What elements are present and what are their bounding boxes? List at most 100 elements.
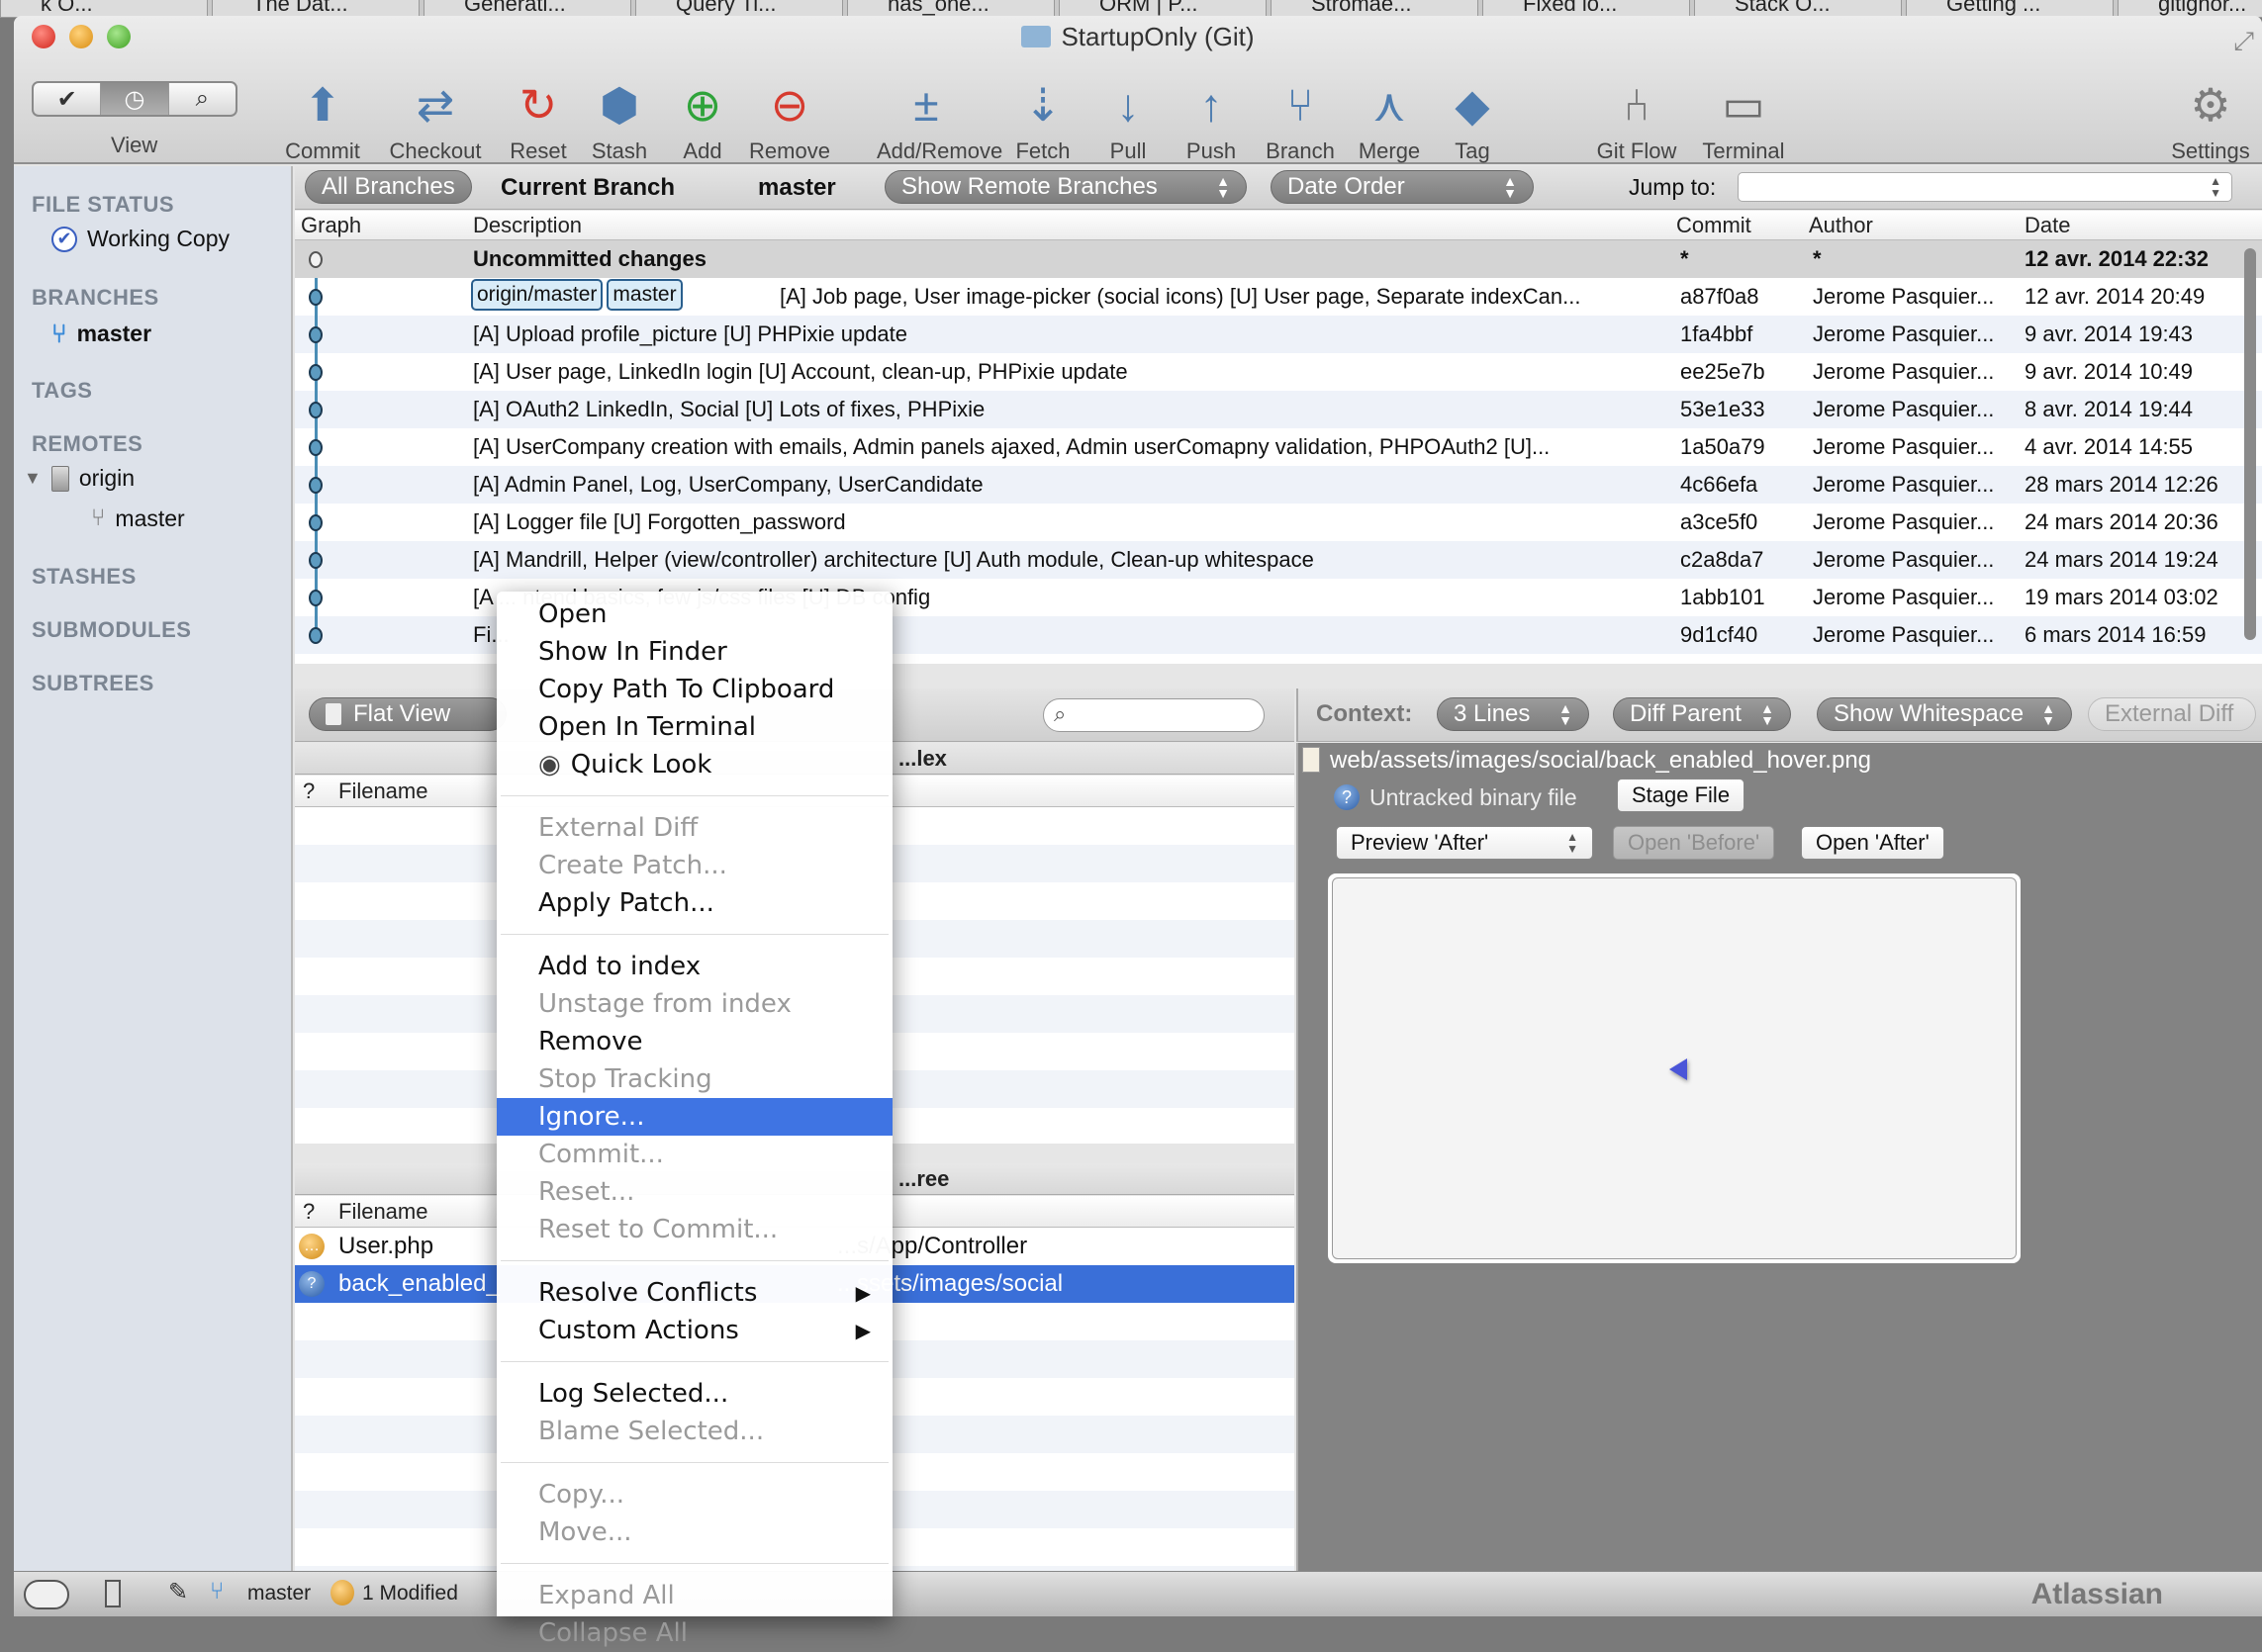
- document-icon: [326, 703, 341, 725]
- column-header-status[interactable]: ?: [303, 779, 315, 804]
- open-after-button[interactable]: Open 'After': [1801, 826, 1944, 860]
- column-header-filename[interactable]: Filename: [338, 1199, 427, 1225]
- menu-item-open-in-terminal[interactable]: Open In Terminal: [497, 708, 893, 746]
- fetch-icon: ⇣: [1023, 79, 1063, 131]
- sidebar-item-remote-master[interactable]: ⑂ master: [91, 505, 185, 532]
- menu-item-quick-look[interactable]: ◉ Quick Look: [497, 746, 893, 783]
- column-header-commit[interactable]: Commit: [1676, 213, 1751, 238]
- view-search-button[interactable]: ⌕: [169, 83, 236, 115]
- diff-parent-select[interactable]: Diff Parent ▲ ▼: [1613, 697, 1791, 731]
- menu-item-label: Open In Terminal: [538, 712, 756, 742]
- column-header-filename[interactable]: Filename: [338, 779, 427, 804]
- tag-button[interactable]: ◆ Tag: [1423, 73, 1522, 164]
- menu-item-create-patch[interactable]: Create Patch...: [497, 847, 893, 884]
- fullscreen-icon[interactable]: ⤢: [2233, 26, 2254, 57]
- menu-item-remove[interactable]: Remove: [497, 1023, 893, 1060]
- menu-item-label: External Diff: [538, 813, 699, 843]
- column-header-author[interactable]: Author: [1809, 213, 1873, 238]
- select-value: Show Remote Branches: [901, 173, 1158, 200]
- menu-item-move[interactable]: Move...: [497, 1514, 893, 1551]
- menu-item-copy-path-to-clipboard[interactable]: Copy Path To Clipboard: [497, 671, 893, 708]
- menu-item-resolve-conflicts[interactable]: Resolve Conflicts ▶: [497, 1274, 893, 1312]
- settings-button[interactable]: ⚙ Settings: [2161, 73, 2260, 164]
- file-search-input[interactable]: ⌕: [1043, 698, 1265, 732]
- menu-item-ignore[interactable]: Ignore...: [497, 1098, 893, 1136]
- column-header-description[interactable]: Description: [473, 213, 582, 238]
- disclosure-triangle-icon[interactable]: ▼: [24, 468, 42, 489]
- select-value: 3 Lines: [1454, 700, 1531, 727]
- whitespace-select[interactable]: Show Whitespace ▲ ▼: [1817, 697, 2072, 731]
- commit-row[interactable]: [A] Upload profile_picture [U] PHPixie u…: [295, 316, 2262, 353]
- toggle-sidebar-button[interactable]: [24, 1580, 69, 1609]
- uncommitted-changes-row[interactable]: Uncommitted changes * * 12 avr. 2014 22:32: [295, 240, 2262, 278]
- view-log-button[interactable]: ◷: [101, 83, 169, 115]
- menu-item-copy[interactable]: Copy...: [497, 1476, 893, 1514]
- sidebar-item-branch-master[interactable]: ⑂ master: [51, 319, 151, 349]
- commit-description: [A] OAuth2 LinkedIn, Social [U] Lots of …: [473, 397, 986, 421]
- local-branch-tag[interactable]: master: [607, 279, 683, 311]
- order-select[interactable]: Date Order ▲ ▼: [1271, 170, 1534, 204]
- menu-item-commit[interactable]: Commit...: [497, 1136, 893, 1173]
- jump-to-combobox[interactable]: ▲ ▼: [1738, 172, 2232, 202]
- current-branch-button[interactable]: Current Branch: [501, 174, 675, 202]
- commit-row[interactable]: origin/master master [A] Job page, User im…: [295, 278, 2262, 316]
- flat-view-select[interactable]: Flat View: [309, 697, 507, 731]
- file-name: back_enabled_: [338, 1270, 500, 1297]
- menu-separator: [501, 1462, 889, 1463]
- commit-row[interactable]: [A] User page, LinkedIn login [U] Accoun…: [295, 353, 2262, 391]
- git-flow-button[interactable]: ⑃ Git Flow: [1587, 73, 1686, 164]
- menu-item-expand-all[interactable]: Expand All: [497, 1577, 893, 1614]
- checkout-button[interactable]: ⇄ Checkout: [386, 73, 485, 164]
- menu-item-reset[interactable]: Reset...: [497, 1173, 893, 1211]
- stepper-arrows-icon: ▲ ▼: [1503, 173, 1517, 201]
- menu-item-reset-to-commit[interactable]: Reset to Commit...: [497, 1211, 893, 1248]
- sidebar-item-remote-origin[interactable]: ▼ origin: [24, 465, 135, 492]
- remote-branch-tag[interactable]: origin/master: [471, 279, 604, 311]
- menu-item-external-diff[interactable]: External Diff: [497, 809, 893, 847]
- toggle-details-button[interactable]: [105, 1580, 121, 1607]
- sidebar-item-working-copy[interactable]: ✔ Working Copy: [51, 226, 230, 252]
- menu-item-show-in-finder[interactable]: Show In Finder: [497, 633, 893, 671]
- terminal-button[interactable]: ▭ Terminal: [1694, 73, 1793, 164]
- stage-file-button[interactable]: Stage File: [1617, 779, 1745, 812]
- menu-item-apply-patch[interactable]: Apply Patch...: [497, 884, 893, 922]
- commit-icon: ⬆: [303, 79, 342, 131]
- menu-item-custom-actions[interactable]: Custom Actions ▶: [497, 1312, 893, 1349]
- commit-row[interactable]: [A] Admin Panel, Log, UserCompany, UserC…: [295, 466, 2262, 504]
- open-before-button[interactable]: Open 'Before': [1613, 826, 1775, 860]
- all-branches-button[interactable]: All Branches: [305, 170, 472, 204]
- commit-table-scrollbar[interactable]: [2244, 248, 2256, 640]
- remote-branches-select[interactable]: Show Remote Branches ▲ ▼: [885, 170, 1247, 204]
- column-header-status[interactable]: ?: [303, 1199, 315, 1225]
- menu-item-add-to-index[interactable]: Add to index: [497, 948, 893, 985]
- branch-button[interactable]: ⑂ Branch: [1251, 73, 1350, 164]
- fetch-button[interactable]: ⇣ Fetch: [993, 73, 1092, 164]
- commit-button[interactable]: ⬆ Commit: [273, 73, 372, 164]
- column-header-graph[interactable]: Graph: [301, 213, 361, 238]
- compose-icon[interactable]: ✎: [168, 1578, 188, 1606]
- image-preview-frame: [1328, 873, 2021, 1263]
- commit-row[interactable]: [A] Logger file [U] Forgotten_password a3…: [295, 504, 2262, 541]
- context-lines-select[interactable]: 3 Lines ▲ ▼: [1437, 697, 1589, 731]
- menu-item-open[interactable]: Open: [497, 596, 893, 633]
- commit-row[interactable]: [A] UserCompany creation with emails, Ad…: [295, 428, 2262, 466]
- column-header-date[interactable]: Date: [2025, 213, 2070, 238]
- menu-item-stop-tracking[interactable]: Stop Tracking: [497, 1060, 893, 1098]
- add-remove-button[interactable]: ± Add/Remove: [877, 73, 1002, 164]
- external-diff-button[interactable]: External Diff: [2088, 697, 2256, 731]
- menu-item-blame-selected[interactable]: Blame Selected...: [497, 1413, 893, 1450]
- menu-item-collapse-all[interactable]: Collapse All: [497, 1614, 893, 1652]
- commit-row[interactable]: [A] Mandrill, Helper (view/controller) a…: [295, 541, 2262, 579]
- preview-mode-select[interactable]: Preview 'After' ▲ ▼: [1336, 826, 1593, 860]
- commit-author: Jerome Pasquier...: [1813, 585, 1995, 609]
- toolbar: StartupOnly (Git) ⤢ ✔ ◷ ⌕ View ⬆ Commit ⇄ C…: [14, 16, 2262, 164]
- menu-item-unstage-from-index[interactable]: Unstage from index: [497, 985, 893, 1023]
- remove-button[interactable]: ⊖ Remove: [740, 73, 839, 164]
- unstaged-header-label: ...ree: [898, 1166, 950, 1191]
- add-button[interactable]: ⊕ Add: [653, 73, 752, 164]
- git-flow-icon: ⑃: [1623, 79, 1650, 131]
- push-button[interactable]: ↑ Push: [1162, 73, 1261, 164]
- menu-item-log-selected[interactable]: Log Selected...: [497, 1375, 893, 1413]
- commit-row[interactable]: [A] OAuth2 LinkedIn, Social [U] Lots of …: [295, 391, 2262, 428]
- view-file-status-button[interactable]: ✔: [34, 83, 102, 115]
